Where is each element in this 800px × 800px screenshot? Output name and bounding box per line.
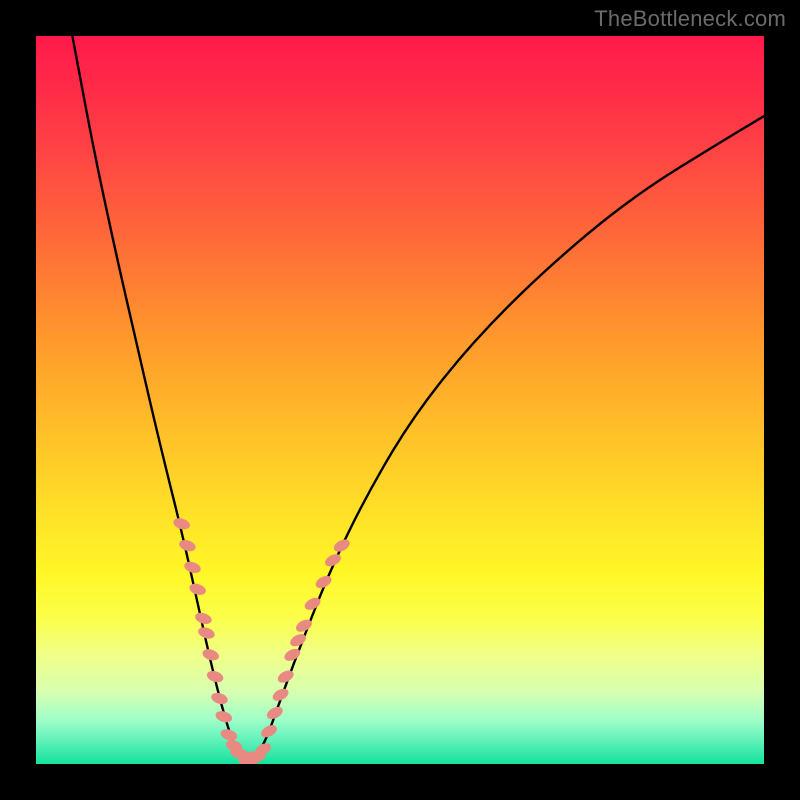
curve-svg: [36, 36, 764, 764]
bead-marker: [188, 582, 207, 597]
bead-marker: [178, 538, 197, 553]
bead-marker: [332, 537, 352, 554]
chart-frame: TheBottleneck.com: [0, 0, 800, 800]
bead-marker: [197, 625, 216, 640]
bead-marker: [194, 611, 213, 626]
bead-marker: [172, 516, 191, 531]
bead-marker: [205, 669, 224, 684]
bead-marker: [201, 647, 220, 662]
plot-area: [36, 36, 764, 764]
bead-marker: [210, 691, 229, 706]
bead-marker: [183, 560, 202, 575]
bead-marker: [259, 723, 279, 740]
highlight-beads: [172, 516, 352, 764]
watermark-text: TheBottleneck.com: [594, 6, 786, 32]
bead-marker: [214, 709, 233, 724]
bottleneck-curve: [72, 36, 764, 760]
bead-marker: [219, 727, 238, 742]
